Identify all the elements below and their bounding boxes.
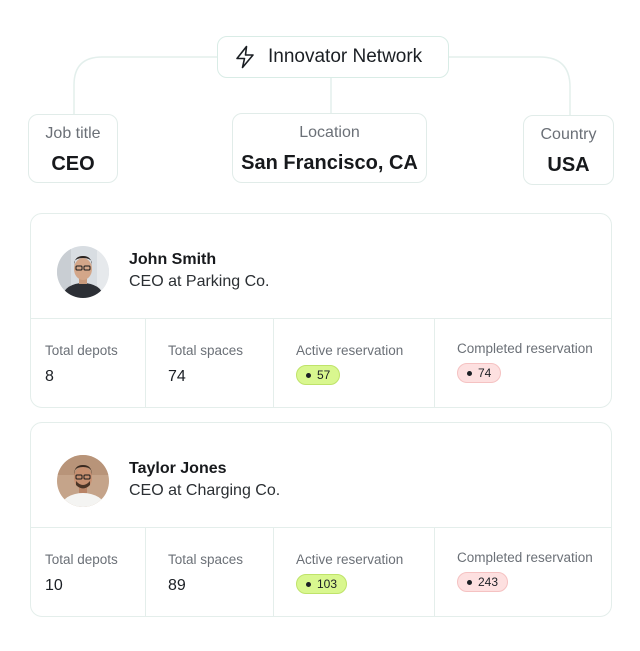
- completed-reservation-badge[interactable]: 74: [457, 363, 502, 383]
- stat-label: Completed reservation: [457, 550, 593, 565]
- stat-active-reservation: Active reservation 57: [274, 319, 435, 407]
- country-value: USA: [547, 154, 590, 176]
- country-card[interactable]: Country USA: [523, 115, 614, 185]
- person-name: Taylor Jones: [129, 460, 227, 477]
- stat-label: Active reservation: [296, 343, 404, 358]
- person-role: CEO at Parking Co.: [129, 273, 270, 290]
- stat-total-spaces: Total spaces 74: [146, 319, 274, 407]
- status-dot-icon: [306, 372, 311, 378]
- active-reservation-badge[interactable]: 57: [296, 365, 341, 385]
- stat-label: Total depots: [45, 343, 118, 358]
- stat-label: Total spaces: [168, 343, 244, 358]
- stat-value: 8: [45, 368, 54, 385]
- lightning-icon: [236, 45, 254, 69]
- status-dot-icon: [467, 579, 472, 585]
- person-card[interactable]: Taylor Jones CEO at Charging Co. Total d…: [30, 422, 612, 617]
- stat-completed-reservation: Completed reservation 243: [435, 528, 610, 616]
- avatar[interactable]: [57, 246, 109, 298]
- badge-value: 74: [478, 366, 492, 380]
- location-card[interactable]: Location San Francisco, CA: [232, 113, 427, 183]
- person-role: CEO at Charging Co.: [129, 482, 281, 499]
- status-dot-icon: [306, 581, 311, 587]
- stat-total-depots: Total depots 10: [31, 528, 146, 616]
- location-value: San Francisco, CA: [241, 152, 418, 174]
- stat-total-spaces: Total spaces 89: [146, 528, 274, 616]
- stats-row: Total depots 8 Total spaces 74 Active re…: [31, 319, 611, 407]
- stat-total-depots: Total depots 8: [31, 319, 146, 407]
- stat-label: Completed reservation: [457, 341, 593, 356]
- network-root-node[interactable]: Innovator Network: [217, 36, 449, 78]
- stat-active-reservation: Active reservation 103: [274, 528, 435, 616]
- stat-label: Total spaces: [168, 552, 244, 567]
- job-title-value: CEO: [51, 153, 95, 175]
- person-header: Taylor Jones CEO at Charging Co.: [31, 423, 611, 528]
- active-reservation-badge[interactable]: 103: [296, 574, 348, 594]
- person-header: John Smith CEO at Parking Co.: [31, 214, 611, 319]
- badge-value: 57: [317, 368, 331, 382]
- person-card[interactable]: John Smith CEO at Parking Co. Total depo…: [30, 213, 612, 408]
- job-title-card[interactable]: Job title CEO: [28, 114, 118, 183]
- avatar[interactable]: [57, 455, 109, 507]
- completed-reservation-badge[interactable]: 243: [457, 572, 509, 592]
- stat-label: Total depots: [45, 552, 118, 567]
- location-label: Location: [299, 124, 360, 141]
- stat-label: Active reservation: [296, 552, 404, 567]
- country-label: Country: [540, 126, 597, 143]
- stat-completed-reservation: Completed reservation 74: [435, 319, 610, 407]
- job-title-label: Job title: [45, 125, 101, 142]
- status-dot-icon: [467, 370, 472, 376]
- badge-value: 243: [478, 575, 499, 589]
- stat-value: 10: [45, 577, 63, 594]
- stat-value: 89: [168, 577, 186, 594]
- network-title: Innovator Network: [268, 46, 423, 67]
- stat-value: 74: [168, 368, 186, 385]
- stats-row: Total depots 10 Total spaces 89 Active r…: [31, 528, 611, 616]
- person-name: John Smith: [129, 251, 217, 268]
- badge-value: 103: [317, 577, 338, 591]
